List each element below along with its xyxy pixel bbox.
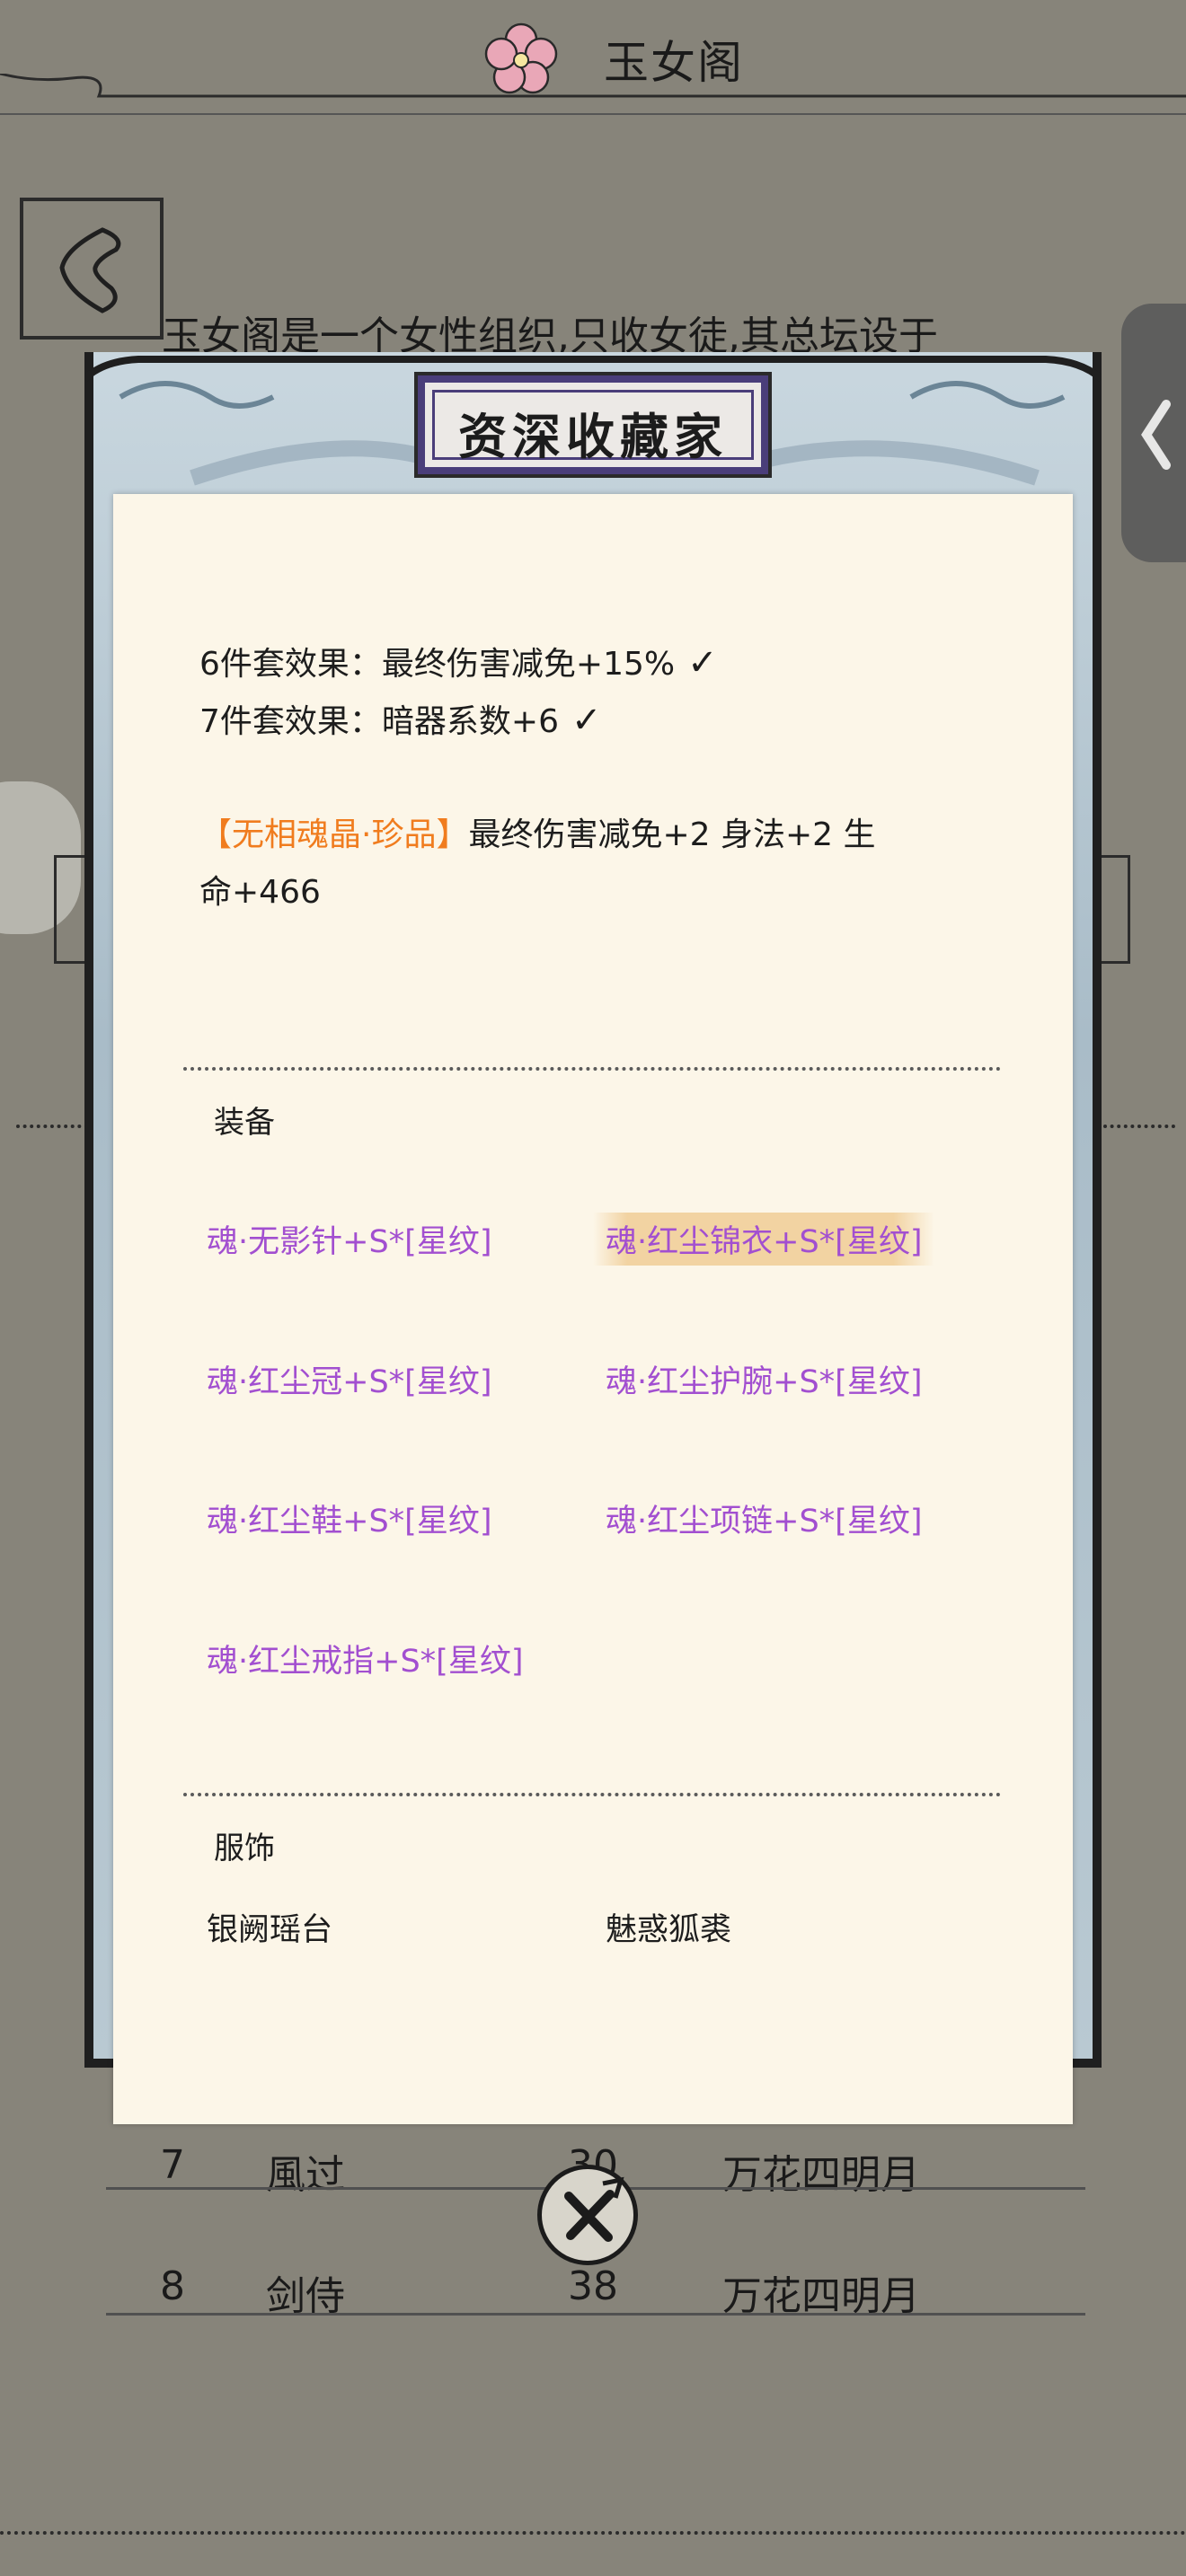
equipment-item[interactable]: 魂·红尘戒指+S*[星纹] [207, 1636, 523, 1681]
costume-item[interactable]: 银阙瑶台 [207, 1904, 332, 1950]
equipment-item[interactable]: 魂·红尘护腕+S*[星纹] [606, 1356, 922, 1402]
bottom-divider [0, 2531, 1186, 2535]
check-icon: ✓ [687, 642, 718, 684]
costume-section-title: 服饰 [214, 1831, 275, 1866]
row-name: 風过 [266, 2152, 345, 2198]
side-expand-tab[interactable] [1121, 304, 1186, 562]
row-rank: 7 [160, 2142, 185, 2188]
equipment-item[interactable]: 魂·红尘鞋+S*[星纹] [207, 1495, 491, 1541]
close-button[interactable] [537, 2165, 638, 2265]
soul-crystal-effect: 最终伤害减免+2 身法+2 生 [468, 816, 876, 853]
set-effect-7: 7件套效果：暗器系数+6 ✓ [199, 700, 602, 741]
close-icon [564, 2176, 624, 2242]
clipped-line: ▔▔▔▔▔▔▔▔▔ [199, 494, 423, 511]
row-server: 万花四明月 [722, 2152, 920, 2198]
soul-crystal-line1: 【无相魂晶·珍品】最终伤害减免+2 身法+2 生 [199, 808, 875, 855]
soul-crystal-name: 【无相魂晶·珍品】 [199, 816, 469, 853]
equipment-item[interactable]: 魂·红尘冠+S*[星纹] [207, 1356, 491, 1402]
costume-item[interactable]: 魅惑狐裘 [606, 1904, 731, 1950]
chevron-left-icon [1141, 400, 1171, 470]
back-arrow-icon [59, 227, 121, 313]
modal-title: 资深收藏家 [458, 408, 728, 465]
row-level: 38 [568, 2263, 618, 2309]
equipment-section-title: 装备 [214, 1105, 275, 1141]
decorative-wave [0, 74, 1186, 115]
equipment-item[interactable]: 魂·无影针+S*[星纹] [207, 1216, 491, 1262]
section-divider [183, 1793, 1001, 1796]
soul-crystal-line2: 命+466 [199, 874, 321, 911]
section-divider [183, 1067, 1001, 1071]
row-divider [106, 2313, 1085, 2316]
back-button[interactable] [20, 198, 164, 340]
row-rank: 8 [160, 2263, 185, 2309]
bg-divider [1103, 1125, 1175, 1132]
set-effect-6: 6件套效果：最终伤害减免+15% ✓ [199, 642, 718, 684]
equipment-item[interactable]: 魂·红尘项链+S*[星纹] [606, 1495, 922, 1541]
bg-divider [16, 1125, 88, 1132]
equipment-item[interactable]: 魂·红尘锦衣+S*[星纹] [593, 1213, 935, 1266]
check-icon: ✓ [571, 700, 602, 741]
modal-title-plaque: 资深收藏家 [414, 372, 772, 478]
modal-content-panel[interactable]: ▔▔▔▔▔▔▔▔▔ 6件套效果：最终伤害减免+15%✓ 7件套效果：暗器系数+6… [113, 494, 1073, 2124]
